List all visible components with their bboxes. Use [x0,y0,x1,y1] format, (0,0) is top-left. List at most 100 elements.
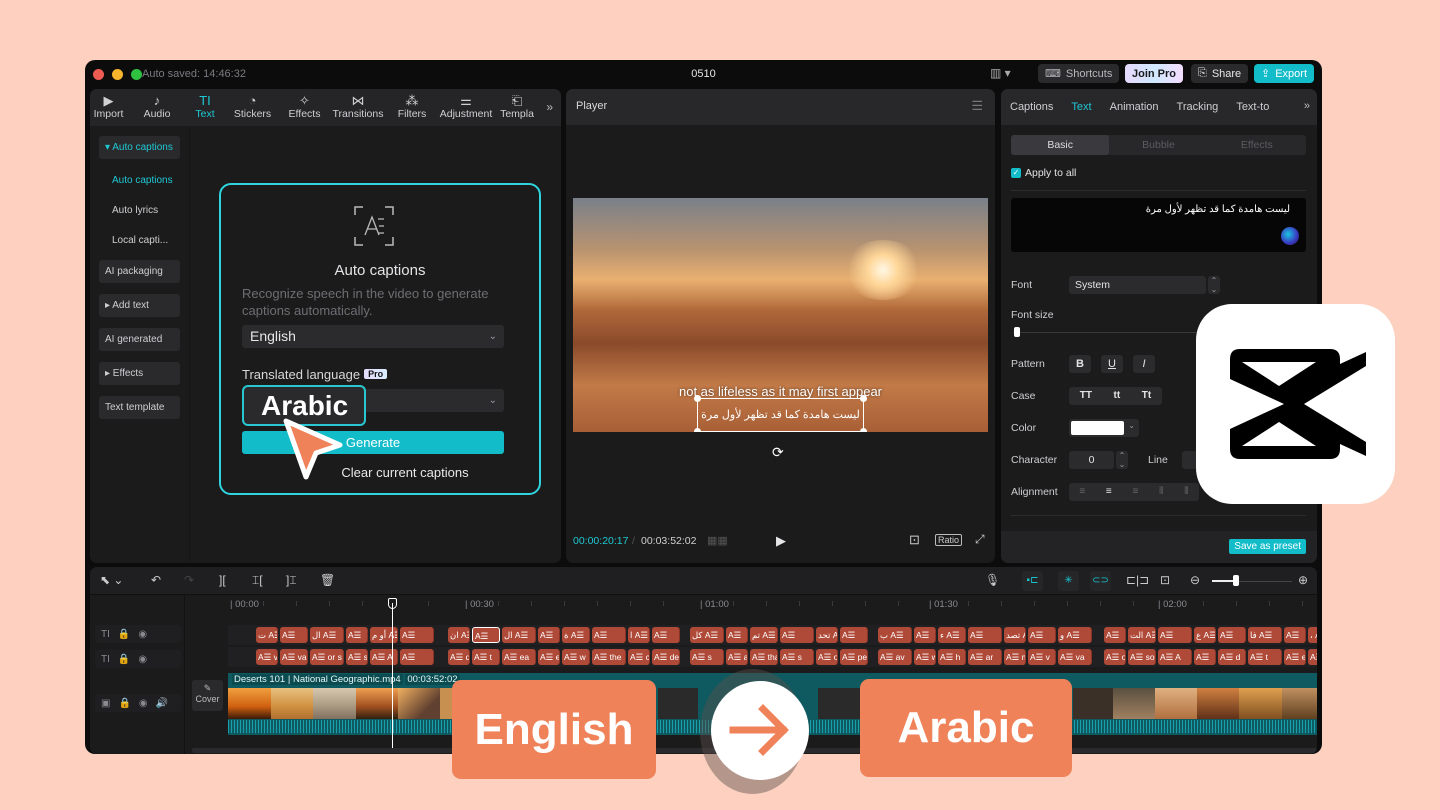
ai-assistant-icon[interactable] [1281,227,1299,245]
spoken-language-select[interactable]: English ⌄ [242,325,504,348]
underline-button[interactable]: U [1101,355,1123,373]
tool-effects[interactable]: ✧ Effects [282,89,327,126]
tool-import[interactable]: ▶ Import [90,89,127,126]
caption-clip[interactable]: A☰ w [914,649,936,665]
tool-adjustment[interactable]: ⚌ Adjustment [435,89,497,126]
sidebar-item-auto-captions[interactable]: Auto captions [112,175,173,186]
tool-transitions[interactable]: ⋈ Transitions [327,89,389,126]
caption-clip[interactable]: و A☰ [1058,627,1092,643]
select-tool-icon[interactable]: ⬉ ⌄ [100,573,123,587]
caption-clip[interactable]: كل A☰ [690,627,724,643]
caption-clip[interactable]: أو م A☰ [370,627,398,643]
titlecase-button[interactable]: Tt [1142,387,1151,405]
caption-clip[interactable]: ع A☰ [1194,627,1216,643]
caption-clip[interactable]: A☰ [1218,627,1246,643]
save-as-preset-button[interactable]: Save as preset [1229,539,1306,554]
caption-clip[interactable]: ا A☰ [628,627,650,643]
italic-button[interactable]: I [1133,355,1155,373]
audio-icon[interactable]: 🔊 [156,698,168,709]
caption-clip[interactable]: ب A☰ [878,627,912,643]
zoom-in-icon[interactable]: ⊕ [1298,573,1308,587]
caption-clip[interactable]: A☰ h [938,649,966,665]
sidebar-item-effects[interactable]: ▸ Effects [99,362,180,385]
split-icon[interactable]: ][ [219,573,226,587]
timeline-zoom-knob[interactable] [1233,575,1239,586]
sidebar-item-auto-lyrics[interactable]: Auto lyrics [112,205,158,216]
tool-filters[interactable]: ⁂ Filters [389,89,435,126]
caption-clip[interactable]: A☰ [652,627,680,643]
lowercase-button[interactable]: tt [1114,387,1121,405]
caption-clip[interactable]: A☰ [914,627,936,643]
align-center-icon[interactable]: ≡ [1106,483,1112,501]
cover-button[interactable]: ✎ Cover [192,680,223,711]
caption-clip[interactable]: A☰ tha [750,649,778,665]
trim-right-icon[interactable]: ]⌶ [286,573,297,588]
layout-icon[interactable]: ▥ ▾ [990,66,1011,80]
playhead[interactable] [392,603,393,753]
caption-clip[interactable]: A☰ d [1218,649,1246,665]
caption-clip[interactable]: A☰ [280,627,308,643]
tab-text-to-speech[interactable]: Text-to [1227,101,1278,113]
caption-clip[interactable]: A☰ so [1128,649,1156,665]
more-tools-icon[interactable]: » [546,100,553,114]
font-size-slider[interactable] [1013,332,1196,333]
preview-axis-icon[interactable]: ⊏|⊐ [1126,573,1149,587]
subtab-effects[interactable]: Effects [1208,135,1306,155]
tool-stickers[interactable]: ◔ Stickers [223,89,282,126]
resize-handle[interactable] [860,428,867,432]
caption-clip[interactable]: A☰ the [592,649,626,665]
rotate-icon[interactable]: ⟳ [772,444,784,461]
caption-clip[interactable]: A☰ A [370,649,398,665]
caption-clip[interactable]: A☰ ea [1284,649,1306,665]
clear-captions-button[interactable]: Clear current captions [221,465,539,480]
caption-clip[interactable]: A☰ [1284,627,1306,643]
lock-icon[interactable]: 🔒 [118,698,130,709]
more-tabs-icon[interactable]: » [1304,100,1310,112]
caption-clip[interactable]: ان A☰ [448,627,470,643]
caption-clip[interactable]: A☰ ea [502,649,536,665]
delete-icon[interactable]: 🗑 [320,573,335,587]
caption-clip[interactable]: A☰ or s [310,649,344,665]
caption-clip[interactable]: A☰ m [1004,649,1026,665]
caption-clip[interactable]: A☰ c [628,649,650,665]
caption-clip[interactable]: A☰ a [726,649,748,665]
linkage-icon[interactable]: ⊂⊃ [1090,571,1111,591]
caption-clip[interactable]: A☰ e [1308,649,1317,665]
caption-clip[interactable]: A☰ [1194,649,1216,665]
caption-clip[interactable]: A☰ va [280,649,308,665]
caption-clip[interactable]: A☰ t [472,649,500,665]
fullscreen-icon[interactable]: ⤢ [975,532,985,547]
caption-clip[interactable]: A☰ [1104,627,1126,643]
caption-clip[interactable]: ، A☰ [1308,627,1317,643]
uppercase-button[interactable]: TT [1080,387,1092,405]
sidebar-item-add-text[interactable]: ▸ Add text [99,294,180,317]
character-spacing-input[interactable]: 0 [1069,451,1114,469]
tab-animation[interactable]: Animation [1101,101,1168,113]
caption-clip[interactable]: A☰ [968,627,1002,643]
share-button[interactable]: ⎘ Share [1191,64,1249,83]
bold-button[interactable]: B [1069,355,1091,373]
caption-clip[interactable]: A☰ [538,627,560,643]
caption-clip[interactable]: A☰ t [1248,649,1282,665]
caption-clip[interactable]: A☰ [346,627,368,643]
tab-captions[interactable]: Captions [1001,101,1062,113]
sidebar-item-text-template[interactable]: Text template [99,396,180,419]
caption-clip[interactable]: A☰ av [878,649,912,665]
caption-clip[interactable]: ء A☰ [938,627,966,643]
caption-clip[interactable]: A☰ so [346,649,368,665]
timeline-preview-icon[interactable]: ⊡ [1160,573,1170,587]
align-right-icon[interactable]: ≡ [1132,483,1138,501]
sidebar-item-ai-generated[interactable]: AI generated [99,328,180,351]
font-stepper[interactable]: ⌃ ⌄ [1208,276,1220,294]
caption-clip[interactable]: ال A☰ [310,627,344,643]
caption-clip[interactable]: A☰ d [448,649,470,665]
timeline-grid-icon[interactable]: ▦▦ [707,534,728,547]
caption-clip[interactable]: A☰ v [1028,649,1056,665]
apply-to-all-checkbox[interactable]: ✓ Apply to all [1011,167,1076,179]
caption-clip[interactable]: A☰ [400,627,434,643]
caption-clip[interactable]: تم A☰ [750,627,778,643]
caption-clip[interactable]: A☰ [472,627,500,643]
play-button[interactable]: ▶ [776,533,786,549]
lock-icon[interactable]: 🔒 [118,629,130,640]
caption-clip[interactable]: A☰ w [562,649,590,665]
